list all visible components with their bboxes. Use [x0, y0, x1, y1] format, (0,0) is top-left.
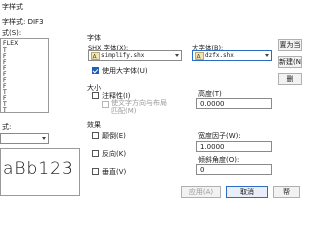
bigfont-value: dzfx.shx	[205, 52, 234, 59]
new-style-button[interactable]: 新建(N	[278, 56, 302, 68]
upside-down-label: 颠倒(E)	[102, 132, 126, 140]
styles-list[interactable]: FLEX T F F F F F F T F T T	[0, 38, 49, 113]
chevron-down-icon	[265, 54, 269, 57]
shx-font-value: simplify.shx	[101, 52, 145, 59]
filter-label: 式:	[2, 123, 12, 131]
current-style-label: 字样式:	[2, 18, 28, 26]
delete-style-button[interactable]: 删	[278, 73, 302, 85]
use-bigfont-checkbox[interactable]	[92, 67, 99, 74]
help-button[interactable]: 帮	[273, 186, 300, 198]
height-field[interactable]: 0.0000	[196, 98, 272, 109]
vertical-checkbox[interactable]	[92, 168, 99, 175]
set-current-button[interactable]: 置为当	[278, 39, 302, 51]
font-icon: A	[195, 52, 204, 60]
bigfont-select[interactable]: A dzfx.shx	[192, 50, 272, 61]
height-value: 0.0000	[200, 100, 225, 108]
backwards-label: 反向(K)	[102, 150, 127, 158]
current-style-value: DIF3	[27, 18, 44, 26]
style-filter-select[interactable]	[0, 133, 49, 144]
oblique-angle-field[interactable]: 0	[196, 164, 272, 175]
width-factor-value: 1.0000	[200, 143, 225, 151]
effects-group-title: 效果	[87, 121, 101, 129]
list-item[interactable]: FLEX	[3, 40, 19, 47]
annotative-checkbox[interactable]	[92, 92, 99, 99]
backwards-checkbox[interactable]	[92, 150, 99, 157]
shx-font-select[interactable]: A simplify.shx	[88, 50, 182, 61]
styles-label: 式(S):	[2, 29, 22, 37]
current-style-text: 字样式: DIF3	[2, 17, 44, 27]
list-item[interactable]: T	[3, 107, 7, 112]
match-orientation-label: 使文字方向与布局匹配(M)	[111, 99, 167, 115]
match-orientation-checkbox[interactable]	[102, 101, 109, 108]
preview-text: aBb123	[3, 159, 74, 179]
window-title: 字样式	[2, 3, 23, 11]
vertical-label: 垂直(V)	[102, 168, 127, 176]
preview-box: aBb123	[0, 148, 80, 196]
upside-down-checkbox[interactable]	[92, 132, 99, 139]
oblique-angle-value: 0	[200, 166, 205, 174]
chevron-down-icon	[42, 137, 46, 140]
apply-button[interactable]: 应用(A)	[181, 186, 221, 198]
title-bar: 字样式	[0, 0, 300, 13]
width-factor-label: 宽度因子(W):	[198, 132, 241, 140]
cancel-button[interactable]: 取消	[226, 186, 268, 198]
width-factor-field[interactable]: 1.0000	[196, 141, 272, 152]
font-icon: A	[91, 52, 100, 60]
use-bigfont-label: 使用大字体(U)	[102, 67, 148, 75]
chevron-down-icon	[175, 54, 179, 57]
